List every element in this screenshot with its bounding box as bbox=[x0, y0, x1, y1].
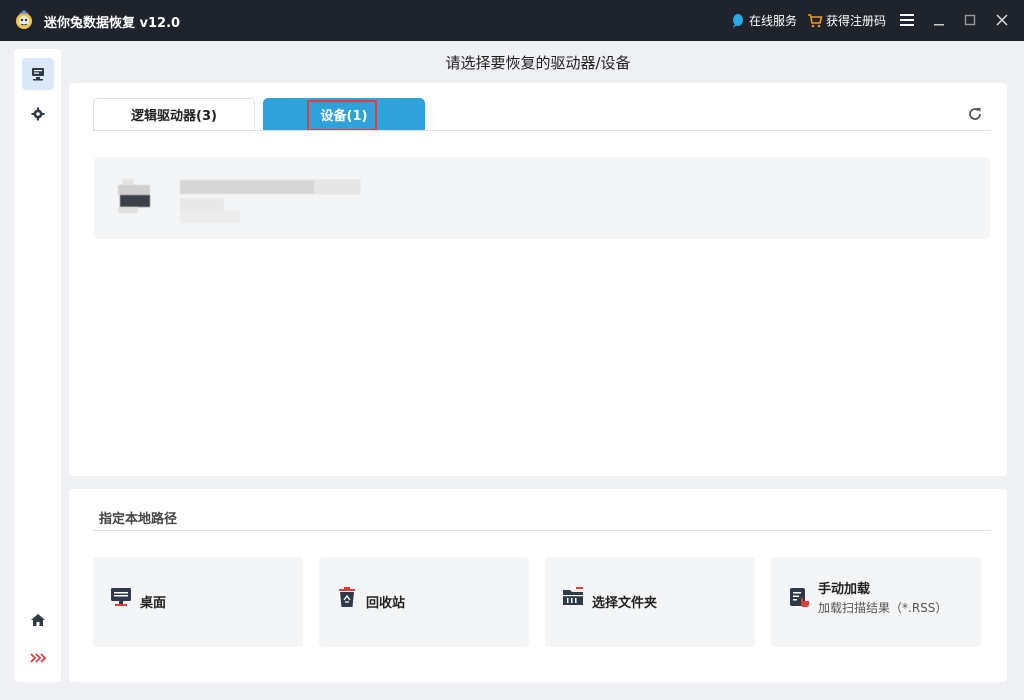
hamburger-menu-icon bbox=[900, 14, 914, 26]
sidebar bbox=[14, 49, 61, 682]
page-title: 请选择要恢复的驱动器/设备 bbox=[445, 54, 631, 72]
manual-load-label: 手动加载 bbox=[818, 582, 871, 597]
minimize-icon bbox=[934, 24, 944, 26]
disk-icon bbox=[118, 179, 152, 215]
drive-selection-panel: 逻辑驱动器(3) 设备(1) bbox=[69, 83, 1007, 476]
app-title: 迷你兔数据恢复 v12.0 bbox=[44, 16, 181, 31]
select-folder-label: 选择文件夹 bbox=[592, 596, 658, 611]
manual-load-card[interactable]: 手动加载 加载扫描结果（*.RSS） bbox=[771, 557, 981, 647]
local-path-divider bbox=[93, 530, 991, 531]
home-icon bbox=[31, 614, 45, 626]
refresh-icon bbox=[969, 108, 981, 120]
menu-button[interactable] bbox=[896, 9, 918, 31]
online-service-label: 在线服务 bbox=[749, 14, 798, 28]
close-icon bbox=[996, 14, 1008, 26]
sidebar-item-home[interactable] bbox=[22, 604, 54, 636]
online-service-link[interactable]: 在线服务 bbox=[730, 12, 797, 29]
close-button[interactable] bbox=[991, 9, 1013, 31]
manual-load-icon bbox=[787, 585, 811, 609]
minimize-button[interactable] bbox=[928, 9, 950, 31]
chat-bubble-icon bbox=[733, 13, 743, 28]
get-register-code-link[interactable]: 获得注册码 bbox=[807, 12, 886, 29]
tab-logical-drives-label: 逻辑驱动器(3) bbox=[131, 109, 217, 124]
recycle-bin-icon bbox=[335, 585, 359, 609]
sidebar-item-drives[interactable] bbox=[22, 58, 54, 90]
local-path-panel: 指定本地路径 桌面 回收站 选择文件夹 手动加载 加载扫描结果（*.RSS） bbox=[69, 489, 1007, 682]
local-path-title: 指定本地路径 bbox=[99, 512, 178, 527]
expand-chevron-icon bbox=[30, 653, 46, 663]
drive-icon bbox=[32, 68, 44, 81]
cart-icon bbox=[808, 13, 823, 27]
recycle-bin-card[interactable]: 回收站 bbox=[319, 557, 529, 647]
tab-devices[interactable]: 设备(1) bbox=[263, 98, 425, 130]
desktop-card[interactable]: 桌面 bbox=[93, 557, 303, 647]
recycle-bin-label: 回收站 bbox=[366, 596, 406, 611]
tab-logical-drives[interactable]: 逻辑驱动器(3) bbox=[93, 98, 255, 130]
get-register-code-label: 获得注册码 bbox=[826, 14, 887, 28]
gear-icon bbox=[31, 107, 45, 121]
title-bar: 迷你兔数据恢复 v12.0 在线服务 获得注册码 bbox=[0, 0, 1024, 41]
refresh-button[interactable] bbox=[965, 104, 985, 124]
manual-load-sublabel: 加载扫描结果（*.RSS） bbox=[818, 601, 948, 615]
tab-divider bbox=[93, 130, 991, 131]
device-item[interactable] bbox=[94, 157, 990, 239]
app-logo-icon bbox=[16, 10, 32, 29]
desktop-monitor-icon bbox=[109, 585, 133, 609]
tab-devices-label: 设备(1) bbox=[320, 108, 368, 124]
folder-icon bbox=[561, 585, 585, 609]
maximize-button[interactable] bbox=[959, 9, 981, 31]
desktop-label: 桌面 bbox=[140, 596, 167, 611]
sidebar-item-expand[interactable] bbox=[22, 642, 54, 674]
maximize-icon bbox=[964, 14, 976, 26]
sidebar-item-settings[interactable] bbox=[22, 98, 54, 130]
select-folder-card[interactable]: 选择文件夹 bbox=[545, 557, 755, 647]
